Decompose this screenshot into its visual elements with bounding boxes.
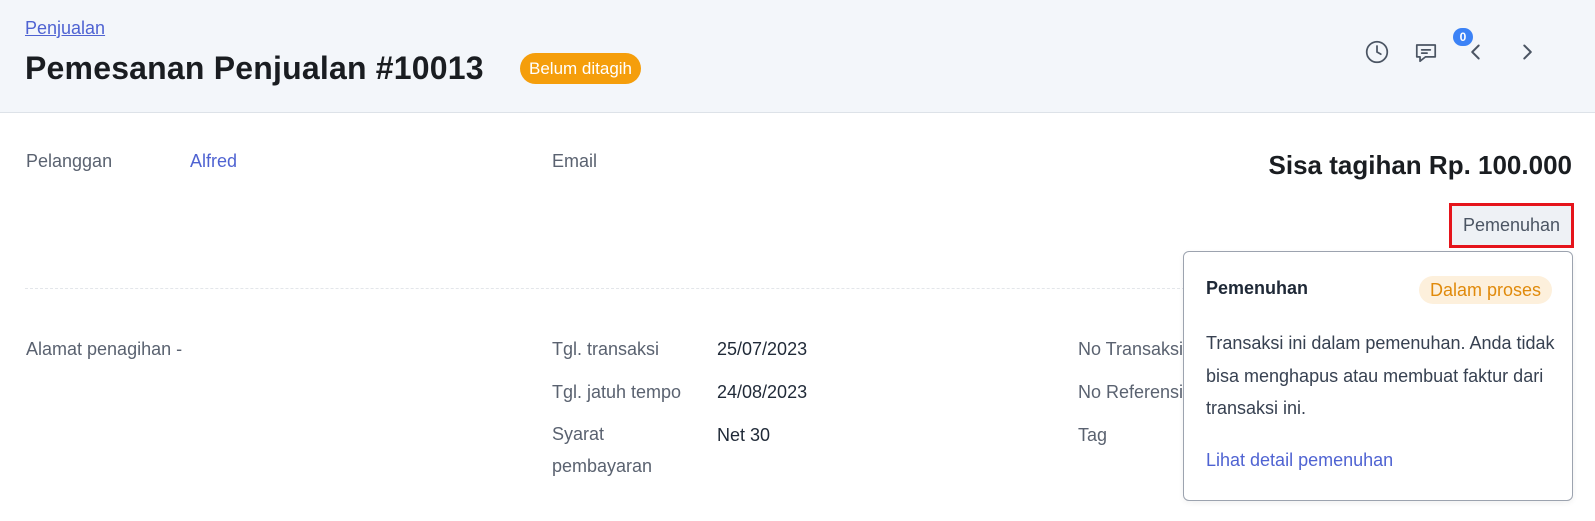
chevron-left-icon[interactable] [1461,37,1491,67]
billing-address-value: - [176,339,183,359]
payment-terms-value: Net 30 [717,425,771,445]
popover-title: Pemenuhan [1206,278,1309,298]
transaction-date-label: Tgl. transaksi [552,339,660,359]
tag-label: Tag [1078,425,1108,445]
view-fulfillment-detail-link[interactable]: Lihat detail pemenuhan [1206,450,1393,471]
customer-label: Pelanggan [26,151,113,171]
due-date-value: 24/08/2023 [717,382,808,402]
customer-link[interactable]: Alfred [190,151,237,172]
status-badge: Belum ditagih [520,53,642,84]
chevron-right-icon[interactable] [1512,37,1542,67]
balance-due: Sisa tagihan Rp. 100.000 [1268,150,1572,180]
reference-number-label: No Referensi [1078,382,1184,402]
transaction-date-value: 25/07/2023 [717,339,808,359]
page-header: Penjualan Pemesanan Penjualan #10013 Bel… [0,0,1595,113]
breadcrumb-sales[interactable]: Penjualan [25,18,105,39]
page-title: Pemesanan Penjualan #10013 [25,50,484,86]
fulfillment-status-badge: Dalam proses [1418,276,1552,304]
fulfillment-button[interactable]: Pemenuhan [1449,203,1574,248]
billing-address-label-text: Alamat penagihan [26,339,172,359]
transaction-number-label: No Transaksi [1078,339,1184,359]
billing-address-label: Alamat penagihan - [26,339,182,360]
history-icon[interactable] [1362,37,1392,67]
fulfillment-popover: Pemenuhan Dalam proses Transaksi ini dal… [1183,251,1573,501]
payment-terms-label: Syarat pembayaran [552,424,653,476]
popover-message: Transaksi ini dalam pemenuhan. Anda tida… [1206,333,1555,418]
comment-icon[interactable] [1411,37,1441,67]
section-divider [25,288,1185,289]
email-label: Email [552,151,598,171]
due-date-label: Tgl. jatuh tempo [552,382,682,402]
